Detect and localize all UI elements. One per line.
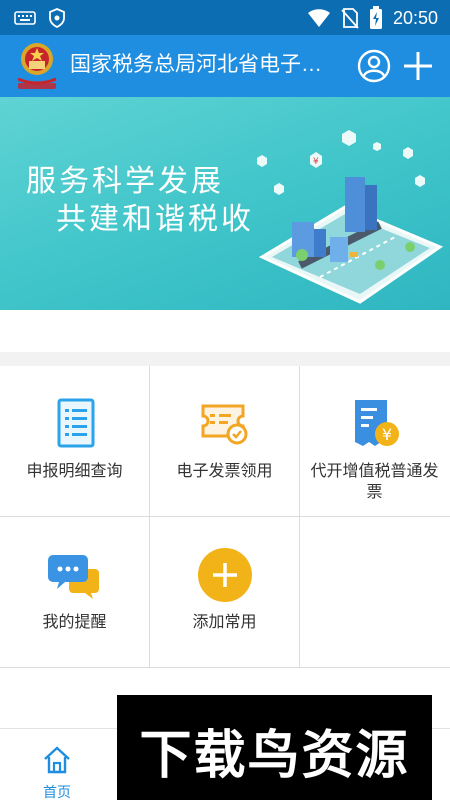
app-title: 国家税务总局河北省电子税… [70, 53, 340, 76]
spacer [0, 310, 450, 352]
no-sim-icon [341, 8, 359, 29]
floating-hexagon-icons [257, 130, 425, 195]
document-list-icon [57, 398, 94, 448]
user-profile-button[interactable] [356, 48, 392, 84]
service-grid: 申报明细查询 电子发票领用 ¥ 代开增值税普通发票 我的提醒 添加常用 [0, 366, 450, 668]
watermark-overlay: 下载鸟资源 [117, 695, 432, 800]
add-button[interactable] [400, 48, 436, 84]
service-label: 代开增值税普通发票 [310, 461, 439, 501]
plus-circle-icon [197, 548, 252, 602]
service-label: 电子发票领用 [176, 461, 273, 480]
keyboard-icon [14, 11, 36, 25]
yuan-receipt-icon: ¥ [354, 400, 399, 446]
section-divider [0, 352, 450, 366]
grid-divider [0, 667, 450, 668]
tax-emblem-logo [17, 43, 57, 89]
battery-icon [369, 6, 382, 29]
nav-home-label: 首页 [43, 785, 71, 801]
watermark-text: 下载鸟资源 [139, 726, 410, 786]
promo-banner[interactable]: 服务科学发展 共建和谐税收 ¥ [0, 97, 450, 310]
service-item-add-favorite[interactable]: 添加常用 [150, 517, 299, 667]
empty-cell [300, 517, 449, 667]
grid-divider [0, 516, 450, 517]
service-item-e-invoice[interactable]: 电子发票领用 [150, 366, 299, 516]
banner-slogan-line1: 服务科学发展 [26, 164, 224, 199]
status-bar: 20:50 [0, 0, 450, 35]
app-bar: 国家税务总局河北省电子税… [0, 35, 450, 97]
clock: 20:50 [392, 8, 438, 28]
home-icon [44, 746, 70, 774]
city-phone-graphic [258, 177, 444, 304]
shield-icon [49, 8, 65, 28]
yuan-symbol: ¥ [313, 157, 319, 167]
chat-bubble-icon [47, 555, 99, 599]
svg-text:¥: ¥ [381, 425, 391, 444]
service-label: 添加常用 [192, 612, 257, 631]
service-item-reminders[interactable]: 我的提醒 [0, 517, 149, 667]
wifi-icon [307, 9, 330, 27]
banner-illustration: 服务科学发展 共建和谐税收 ¥ [26, 130, 444, 304]
service-label: 我的提醒 [42, 612, 107, 631]
invoice-ticket-icon [201, 404, 247, 445]
nav-home[interactable]: 首页 [22, 737, 92, 801]
service-item-vat-invoice[interactable]: ¥ 代开增值税普通发票 [300, 366, 449, 516]
banner-slogan-line2: 共建和谐税收 [56, 202, 254, 237]
service-item-declaration-query[interactable]: 申报明细查询 [0, 366, 149, 516]
service-label: 申报明细查询 [26, 461, 123, 480]
